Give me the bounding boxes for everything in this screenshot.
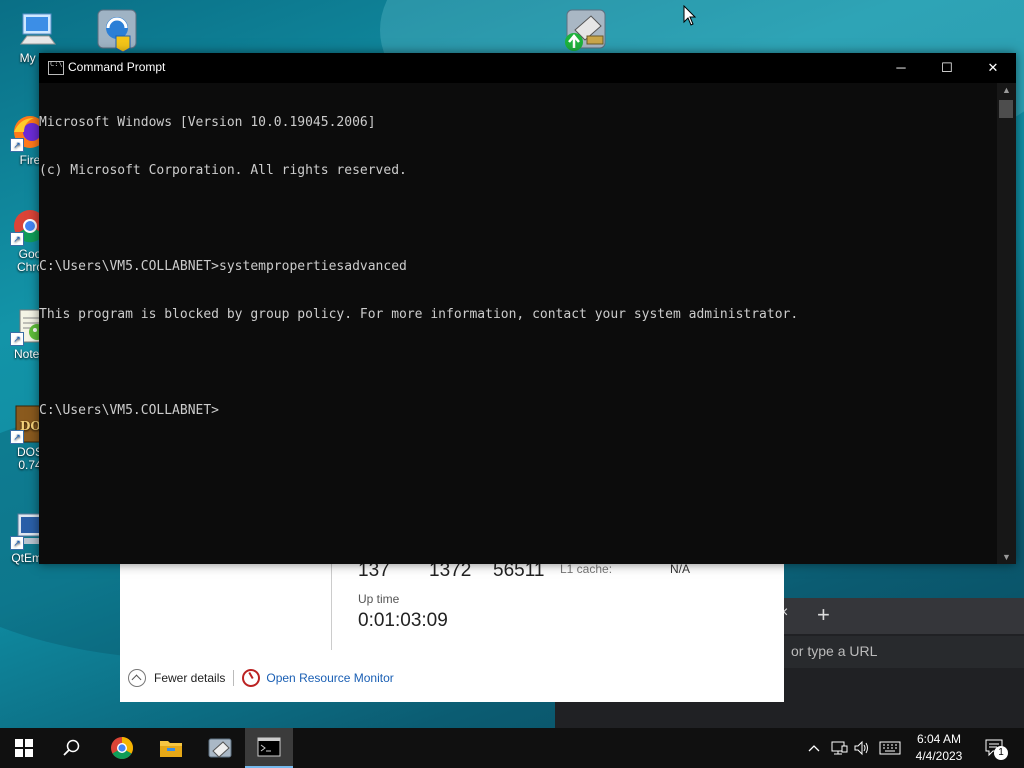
- minimize-button[interactable]: ─: [878, 53, 924, 83]
- desktop-icon-network-transfer[interactable]: [555, 6, 615, 56]
- network-setup-icon: [94, 6, 140, 53]
- fewer-details-button[interactable]: Fewer details: [154, 671, 225, 685]
- file-explorer-icon: [160, 741, 182, 757]
- uptime-label: Up time: [358, 592, 400, 606]
- console-prompt-line[interactable]: C:\Users\VM5.COLLABNET>: [39, 403, 997, 419]
- start-button[interactable]: [0, 728, 48, 768]
- windows-logo-icon: [15, 739, 33, 757]
- l1-cache-label: L1 cache:: [560, 562, 613, 576]
- desktop-icon-network-setup[interactable]: [87, 6, 147, 54]
- network-tool-icon: [208, 738, 232, 758]
- shortcut-arrow-icon: ↗: [10, 536, 24, 550]
- console-line: (c) Microsoft Corporation. All rights re…: [39, 163, 407, 178]
- action-center-button[interactable]: 1: [980, 728, 1010, 768]
- clock-time: 6:04 AM: [916, 732, 962, 746]
- open-resource-monitor-link[interactable]: Open Resource Monitor: [266, 671, 393, 685]
- console-line: C:\Users\VM5.COLLABNET>systempropertiesa…: [39, 259, 407, 274]
- command-prompt-icon: [257, 737, 281, 757]
- network-icon: [831, 741, 848, 755]
- keyboard-icon: [879, 741, 901, 755]
- address-bar-placeholder: or type a URL: [791, 643, 878, 659]
- computer-icon: [17, 10, 57, 50]
- l1-cache-value: N/A: [670, 562, 691, 576]
- title-bar[interactable]: Command Prompt ─ ☐ ✕: [39, 53, 1016, 83]
- divider: [233, 670, 235, 686]
- taskbar: 6:04 AM 4/4/2023 1: [0, 728, 1024, 768]
- show-hidden-icons-button[interactable]: [804, 728, 824, 768]
- scrollbar-thumb[interactable]: [999, 100, 1013, 118]
- command-prompt-icon: [48, 60, 64, 75]
- shortcut-arrow-icon: ↗: [10, 332, 24, 346]
- uptime-value: 0:01:03:09: [358, 610, 448, 631]
- volume-tray-button[interactable]: [851, 728, 873, 768]
- new-tab-button[interactable]: +: [817, 602, 830, 628]
- console-output[interactable]: Microsoft Windows [Version 10.0.19045.20…: [39, 83, 997, 564]
- clock-date: 4/4/2023: [915, 749, 963, 763]
- taskbar-network-tool[interactable]: [196, 728, 244, 768]
- chrome-icon: [111, 737, 133, 759]
- resource-monitor-icon: [242, 669, 261, 687]
- vertical-scrollbar[interactable]: ▲ ▼: [997, 83, 1016, 564]
- taskbar-command-prompt[interactable]: [245, 728, 293, 768]
- taskbar-clock[interactable]: 6:04 AM 4/4/2023: [902, 731, 976, 765]
- console-line: This program is blocked by group policy.…: [39, 307, 799, 322]
- speaker-icon: [854, 740, 868, 756]
- keyboard-tray-button[interactable]: [877, 728, 903, 768]
- search-icon: [63, 739, 80, 756]
- network-transfer-icon: [561, 6, 609, 54]
- chevron-up-icon: [808, 745, 820, 752]
- task-manager-footer: Fewer details Open Resource Monitor: [128, 669, 394, 687]
- divider: [331, 558, 332, 650]
- taskbar-chrome[interactable]: [98, 728, 146, 768]
- chevron-up-icon[interactable]: [128, 669, 146, 687]
- mouse-cursor-icon: [683, 5, 697, 26]
- notification-count-badge: 1: [994, 746, 1008, 760]
- network-tray-button[interactable]: [828, 728, 850, 768]
- command-prompt-window[interactable]: Command Prompt ─ ☐ ✕ Microsoft Windows […: [39, 53, 1016, 564]
- shortcut-arrow-icon: ↗: [10, 138, 24, 152]
- shortcut-arrow-icon: ↗: [10, 430, 24, 444]
- console-line: Microsoft Windows [Version 10.0.19045.20…: [39, 115, 376, 130]
- close-button[interactable]: ✕: [970, 53, 1016, 83]
- maximize-button[interactable]: ☐: [924, 53, 970, 83]
- search-button[interactable]: [48, 728, 96, 768]
- scroll-down-icon[interactable]: ▼: [997, 550, 1016, 564]
- task-manager-window: 137 1372 56511 L1 cache: N/A Up time 0:0…: [120, 548, 784, 702]
- window-title: Command Prompt: [68, 60, 166, 74]
- shortcut-arrow-icon: ↗: [10, 232, 24, 246]
- taskbar-file-explorer[interactable]: [147, 728, 195, 768]
- scroll-up-icon[interactable]: ▲: [997, 83, 1016, 97]
